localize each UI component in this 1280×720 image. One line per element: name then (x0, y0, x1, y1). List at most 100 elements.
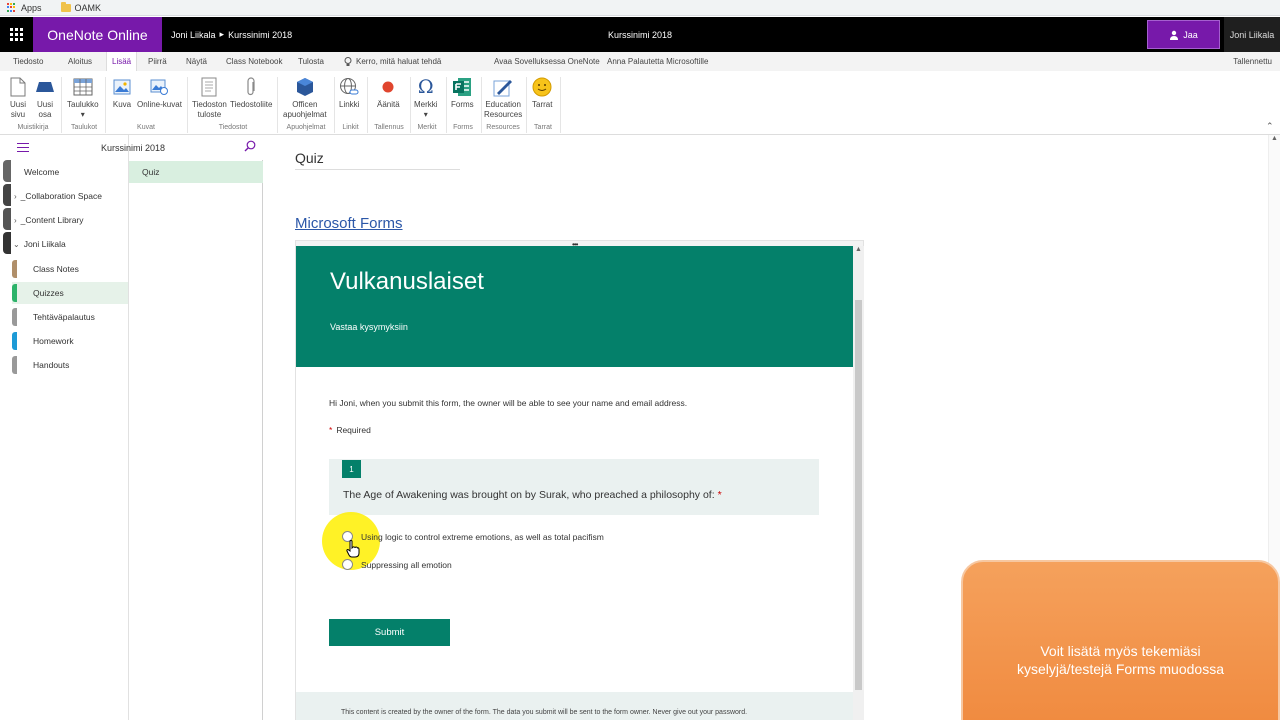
hamburger-menu-icon[interactable] (17, 143, 29, 155)
picture-button[interactable]: Kuva (112, 76, 132, 110)
ribbon-separator (481, 77, 482, 133)
globe-link-icon (339, 76, 359, 98)
collapse-ribbon-icon[interactable]: ⌃ (1266, 121, 1274, 132)
form-title: Vulkanuslaiset (330, 268, 484, 295)
stickers-button[interactable]: Tarrat (532, 76, 552, 110)
chevron-right-icon[interactable]: › (14, 216, 17, 225)
ribbon-separator (61, 77, 62, 133)
section-content-library[interactable]: › _Content Library (12, 209, 128, 231)
breadcrumb-user[interactable]: Joni Liikala (171, 30, 216, 40)
symbol-button[interactable]: Ω Merkki ▾ (414, 76, 438, 120)
section-tehtavapalautus[interactable]: Tehtäväpalautus (12, 306, 128, 328)
feedback-link[interactable]: Anna Palautetta Microsoftille (607, 52, 708, 71)
section-color-tab (12, 260, 17, 278)
question-text: The Age of Awakening was brought on by S… (343, 489, 722, 501)
record-label: Äänitä (377, 100, 400, 109)
dropdown-caret-icon: ▾ (423, 110, 428, 119)
section-class-notes[interactable]: Class Notes (12, 258, 128, 280)
section-homework[interactable]: Homework (12, 330, 128, 352)
open-in-app-link[interactable]: Avaa Sovelluksessa OneNote (494, 52, 600, 71)
tab-draw[interactable]: Piirrä (148, 52, 167, 71)
required-label: Required (336, 425, 371, 435)
new-section-label-2: osa (38, 110, 52, 119)
section-handouts[interactable]: Handouts (12, 354, 128, 376)
microsoft-forms-link[interactable]: Microsoft Forms (295, 215, 403, 232)
form-privacy-notice: Hi Joni, when you submit this form, the … (329, 398, 688, 408)
section-label: Class Notes (33, 264, 79, 274)
group-resources: Resources (486, 124, 520, 131)
education-resources-icon (493, 76, 513, 98)
forms-button[interactable]: Forms (451, 76, 474, 110)
search-icon[interactable] (244, 140, 256, 154)
answer-option[interactable]: Suppressing all emotion (342, 559, 452, 570)
scroll-up-icon[interactable]: ▲ (1271, 135, 1278, 142)
folder-icon (60, 1, 71, 12)
online-pictures-button[interactable]: Online-kuvat (137, 76, 182, 110)
submit-button[interactable]: Submit (329, 619, 450, 646)
tab-class-notebook[interactable]: Class Notebook (226, 52, 282, 71)
section-color-tab (12, 308, 17, 326)
chevron-down-icon[interactable]: ⌄ (13, 240, 20, 249)
info-callout: Voit lisätä myös tekemiäsi kyselyjä/test… (961, 560, 1280, 720)
education-resources-button[interactable]: Education Resources (484, 76, 522, 120)
new-page-label-1: Uusi (9, 100, 26, 109)
section-label: Tehtäväpalautus (33, 312, 95, 322)
answer-option[interactable]: Using logic to control extreme emotions,… (342, 531, 604, 542)
symbol-label: Merkki (414, 100, 438, 109)
record-button[interactable]: Äänitä (377, 76, 400, 110)
app-name[interactable]: OneNote Online (33, 17, 162, 52)
question-number-badge: 1 (342, 460, 361, 478)
picture-label: Kuva (112, 100, 132, 109)
new-page-button[interactable]: Uusi sivu (8, 76, 28, 120)
tab-file[interactable]: Tiedosto (13, 52, 43, 71)
account-name[interactable]: Joni Liikala (1224, 17, 1280, 52)
office-addins-label-1: Officen (292, 100, 318, 109)
section-color-tab (12, 284, 17, 302)
breadcrumb-notebook[interactable]: Kurssinimi 2018 (228, 30, 292, 40)
table-icon (73, 76, 93, 98)
form-subtitle: Vastaa kysymyksiin (330, 322, 408, 332)
page-quiz[interactable]: Quiz (129, 161, 263, 183)
radio-button[interactable] (342, 559, 353, 570)
section-color-tab (12, 356, 17, 374)
ribbon-separator (105, 77, 106, 133)
share-button[interactable]: Jaa (1147, 20, 1220, 49)
oamk-bookmark[interactable]: OAMK (60, 1, 101, 13)
tab-home[interactable]: Aloitus (68, 52, 92, 71)
section-label: Welcome (24, 167, 60, 177)
tab-insert[interactable]: Lisää (106, 52, 138, 71)
section-label: _Collaboration Space (20, 191, 102, 201)
tab-view[interactable]: Näytä (186, 52, 207, 71)
ribbon-insert: Uusi sivu Uusi osa Muistikirja Taulukko … (0, 71, 1280, 135)
link-button[interactable]: Linkki (339, 76, 359, 110)
tab-print[interactable]: Tulosta (298, 52, 324, 71)
required-note: * Required (329, 425, 371, 435)
scroll-up-icon[interactable]: ▲ (855, 246, 862, 253)
ribbon-separator (187, 77, 188, 133)
file-attachment-button[interactable]: Tiedostoliite (230, 76, 272, 110)
notebook-title: Kurssinimi 2018 (607, 29, 673, 40)
file-printout-button[interactable]: Tiedoston tuloste (192, 76, 227, 120)
app-launcher-button[interactable] (0, 17, 33, 52)
office-addins-button[interactable]: Officen apuohjelmat (283, 76, 327, 120)
section-group-joni-liikala[interactable]: ⌄ Joni Liikala (12, 233, 128, 255)
page-title[interactable]: Quiz (295, 150, 324, 166)
section-quizzes[interactable]: Quizzes (12, 282, 128, 304)
new-section-button[interactable]: Uusi osa (35, 76, 55, 120)
ribbon-separator (334, 77, 335, 133)
required-asterisk: * (717, 489, 722, 501)
tell-me-box[interactable]: Kerro, mitä haluat tehdä (344, 52, 441, 71)
section-collaboration-space[interactable]: › _Collaboration Space (12, 185, 128, 207)
callout-line-2: kyselyjä/testejä Forms muodossa (1017, 661, 1224, 677)
group-files: Tiedostot (218, 124, 248, 131)
picture-icon (112, 76, 132, 98)
section-label: Handouts (33, 360, 70, 370)
section-welcome[interactable]: Welcome (12, 161, 128, 183)
form-scrollbar-thumb[interactable] (855, 300, 862, 690)
table-button[interactable]: Taulukko ▾ (67, 76, 99, 120)
required-asterisk: * (329, 425, 333, 435)
chevron-right-icon[interactable]: › (14, 192, 17, 201)
apps-bookmark[interactable]: Apps (7, 2, 42, 13)
omega-icon: Ω (417, 76, 434, 98)
ribbon-separator (526, 77, 527, 133)
